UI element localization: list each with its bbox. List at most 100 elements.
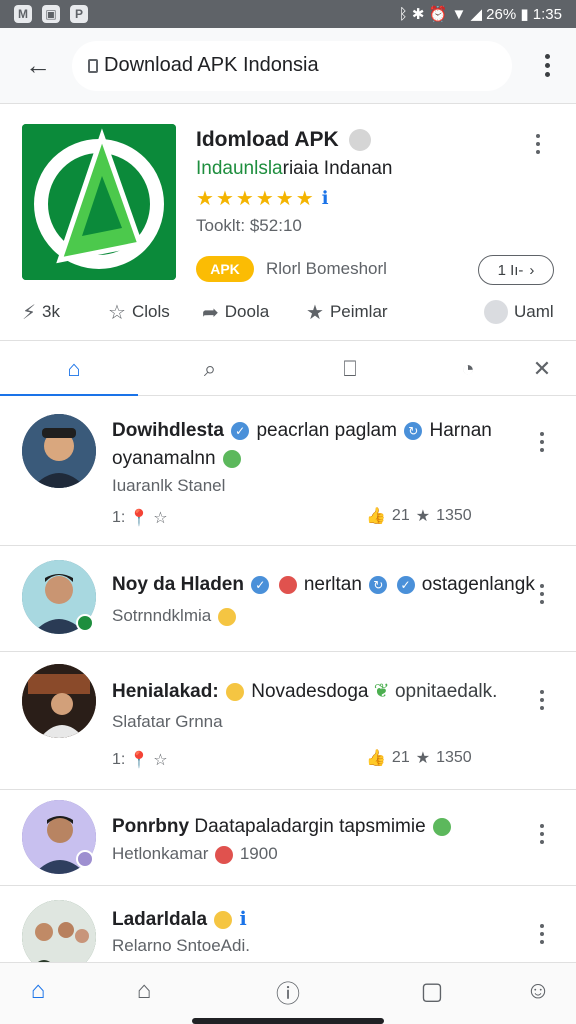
action-label: Doola [224,302,270,321]
verified-icon: ↻ [404,421,423,440]
post-subtitle: Relarno SntoeAdi. [112,936,250,955]
home-filled-icon: ⌂ [30,977,46,1004]
dot-icon [540,840,544,844]
post-text-2: Harnan [429,420,492,441]
post-author[interactable]: Ponrbny [112,816,189,837]
tab-history[interactable]: ◔ [450,351,486,387]
verified-icon: ✓ [251,575,270,594]
home-outline-icon: ⌂ [136,977,152,1004]
star-icon: ★ [415,750,431,767]
status-bar: M ▣ P ᛒ ✱ ⏰ ▼ ◢ 26% ▮ 1:35 [0,0,576,28]
post-menu-button[interactable] [540,924,544,944]
post-subtitle: Iuaranlk Stanel [112,476,226,495]
browser-menu-button[interactable] [532,54,562,77]
post-subtitle: Sotrnndklmia [112,606,238,626]
back-button[interactable]: ← [12,40,64,92]
profile-icon: ☺ [525,977,551,1004]
avatar[interactable] [22,664,96,738]
post-menu-button[interactable] [540,432,544,452]
feed-post[interactable]: Ponrbny Daatapaladargin tapsmimie Hetlon… [0,790,576,886]
post-author-line: Henialakad: Novadesdoga ❦ opnitaedalk. [112,680,497,703]
nav-profile[interactable]: ☺ [520,973,556,1009]
action-share[interactable]: ➦ Doola [202,300,269,325]
search-icon: ⌕ [203,356,217,381]
nav-home[interactable]: ⌂ [20,973,56,1009]
person-avatar-icon [22,414,96,488]
dot-icon [540,924,544,928]
app-title-text: Idomload APK [196,128,339,151]
notification-icon-2: ▣ [42,5,60,23]
dot-icon [536,150,540,154]
info-icon[interactable]: ℹ [322,188,329,209]
app-card-menu-button[interactable] [536,134,540,154]
status-left-icons: M ▣ P [14,5,88,23]
tab-home[interactable]: ⌂ [56,351,92,387]
dot-icon [544,63,550,68]
clock-icon: ◔ [461,356,475,381]
avatar[interactable] [22,414,96,488]
action-user[interactable]: Uaml [484,300,554,324]
post-meta-right: 👍 21 ★ 1350 [366,506,472,526]
post-text: Novadesdoga [251,681,369,702]
dot-icon [540,592,544,596]
like-count: 21 [391,749,410,766]
post-author[interactable]: Ladarldala [112,909,207,930]
action-label: Clols [131,302,170,321]
bookmark-icon: ⎕ [343,356,357,381]
post-subtitle: Hetlonkamar 1900 [112,844,278,864]
info-mark-icon: ℹ [239,909,247,930]
tab-search[interactable]: ⌕ [192,351,228,387]
feed-post[interactable]: Henialakad: Novadesdoga ❦ opnitaedalk. S… [0,652,576,790]
post-menu-button[interactable] [540,824,544,844]
action-flash[interactable]: ⚡ 3k [22,300,60,325]
post-menu-button[interactable] [540,584,544,604]
emoji-icon [432,817,451,836]
app-size-text: Tooklt: $52:10 [196,216,302,235]
action-rate[interactable]: ★ Peimlar [306,300,388,325]
lock-icon [88,58,98,73]
post-author[interactable]: Henialakad: [112,681,219,702]
post-meta-left: 1: 📍 ☆ [112,750,168,770]
url-bar[interactable]: Download APK Indonsia [72,40,512,91]
feed-post[interactable]: Ladarldala ℹ Relarno SntoeAdi. [0,886,576,974]
post-text: peacrlan paglam [256,420,397,441]
action-label: Peimlar [329,302,388,321]
post-text: Daatapaladargin [194,816,334,837]
post-meta-left: 1: 📍 ☆ [112,508,168,528]
nav-chat[interactable]: ▢ [414,973,450,1009]
thumbs-up-icon[interactable]: 👍 [366,748,386,768]
feed-post[interactable]: Dowihdlesta ✓ peacrlan paglam ↻ Harnan o… [0,396,576,546]
status-indicators: ᛒ ✱ ⏰ ▼ ◢ 26% ▮ 1:35 [398,6,562,23]
app-developer[interactable]: Indaunlslariaia Indanan [196,158,393,180]
feed-post[interactable]: Noy da Hladen ✓ nerltan ↻ ✓ ostagenlangk… [0,546,576,652]
home-gesture-bar[interactable] [192,1018,384,1024]
dot-icon [540,600,544,604]
dot-icon [540,448,544,452]
tab-close[interactable]: ✕ [524,351,560,387]
install-button[interactable]: 1 Iı- › [478,255,554,285]
user-icon [484,300,508,324]
post-author[interactable]: Noy da Hladen [112,574,244,595]
thumbs-up-icon[interactable]: 👍 [366,506,386,526]
verified-icon: ✓ [231,421,250,440]
dot-icon [540,832,544,836]
post-meta-right: 👍 21 ★ 1350 [366,748,472,768]
online-status-icon [76,614,94,632]
nav-home-outline[interactable]: ⌂ [126,973,162,1009]
post-subtitle: Slafatar Grnna [112,712,223,731]
post-author-line: Dowihdlesta ✓ peacrlan paglam ↻ Harnan [112,420,492,442]
dot-icon [540,432,544,436]
star-icon: ★ [255,188,274,210]
post-meta-count: 1: [112,751,126,768]
nav-info[interactable]: ⓘ [270,973,306,1009]
tab-bookmark[interactable]: ⎕ [332,351,368,387]
action-favorite[interactable]: ☆ Clols [108,300,170,325]
dot-icon [540,698,544,702]
dot-icon [536,142,540,146]
verified-icon: ↻ [369,575,388,594]
post-menu-button[interactable] [540,690,544,710]
post-author[interactable]: Dowihdlesta [112,420,224,441]
dot-icon [536,134,540,138]
star-count: 1350 [436,507,472,524]
app-icon[interactable] [22,124,176,280]
